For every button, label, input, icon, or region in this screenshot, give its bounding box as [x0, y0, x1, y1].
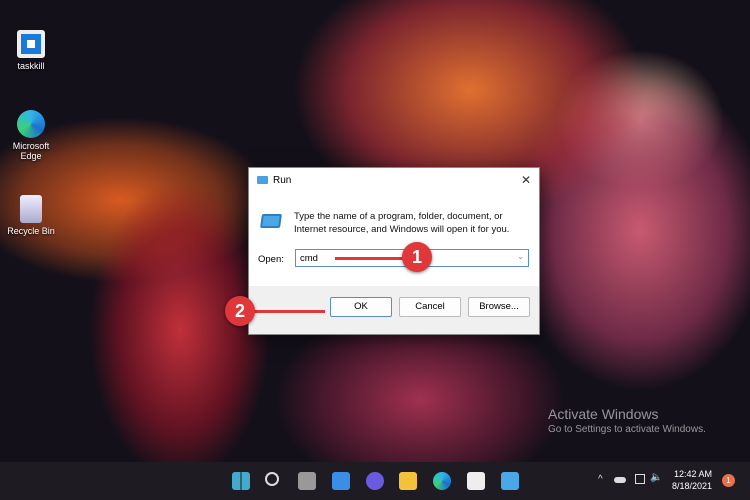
open-label: Open: [258, 254, 284, 265]
open-value: cmd [300, 253, 318, 264]
clock[interactable]: 12:42 AM 8/18/2021 [672, 468, 712, 492]
notification-badge[interactable]: 1 [722, 474, 735, 487]
file-explorer-icon[interactable] [399, 472, 417, 490]
step2-badge: 2 [225, 296, 255, 326]
onedrive-icon[interactable] [614, 477, 626, 483]
edge-icon [17, 110, 45, 138]
dialog-title: Run [273, 174, 292, 186]
app-icon [17, 30, 45, 58]
arrow-step1 [335, 257, 405, 260]
label: Microsoft Edge [12, 141, 50, 161]
chevron-down-icon[interactable]: ⌄ [517, 252, 524, 261]
watermark-subtitle: Go to Settings to activate Windows. [548, 424, 706, 435]
browse-button[interactable]: Browse... [468, 297, 530, 317]
activation-watermark: Activate Windows Go to Settings to activa… [548, 406, 706, 435]
run-large-icon [260, 214, 282, 228]
start-icon[interactable] [232, 472, 250, 490]
edge-icon[interactable] [433, 472, 451, 490]
ok-button[interactable]: OK [330, 297, 392, 317]
recycle-bin-icon [20, 195, 42, 223]
task-view-icon[interactable] [298, 472, 316, 490]
time: 12:42 AM [674, 469, 713, 479]
cancel-button[interactable]: Cancel [399, 297, 461, 317]
description: Type the name of a program, folder, docu… [294, 211, 510, 235]
search-icon[interactable] [265, 472, 279, 486]
widgets-icon[interactable] [332, 472, 350, 490]
taskbar: ^ 🔈 12:42 AM 8/18/2021 1 [0, 462, 750, 500]
run-icon [257, 176, 268, 184]
arrow-step2 [250, 310, 325, 313]
network-icon[interactable] [635, 474, 645, 484]
chat-icon[interactable] [366, 472, 384, 490]
run-taskbar-icon[interactable] [501, 472, 519, 490]
label: Recycle Bin [7, 226, 55, 236]
date: 8/18/2021 [672, 481, 713, 491]
label: taskkill [17, 61, 45, 71]
store-icon[interactable] [467, 472, 485, 490]
desktop-icon-edge[interactable]: Microsoft Edge [6, 110, 56, 161]
volume-icon[interactable]: 🔈 [650, 472, 662, 483]
title-bar: Run [249, 168, 539, 192]
desktop-icon-taskkill[interactable]: taskkill [6, 30, 56, 71]
desktop-icon-recycle-bin[interactable]: Recycle Bin [6, 195, 56, 236]
watermark-title: Activate Windows [548, 406, 659, 422]
close-button[interactable]: ✕ [521, 173, 531, 187]
step1-badge: 1 [402, 242, 432, 272]
chevron-up-icon[interactable]: ^ [598, 474, 603, 485]
